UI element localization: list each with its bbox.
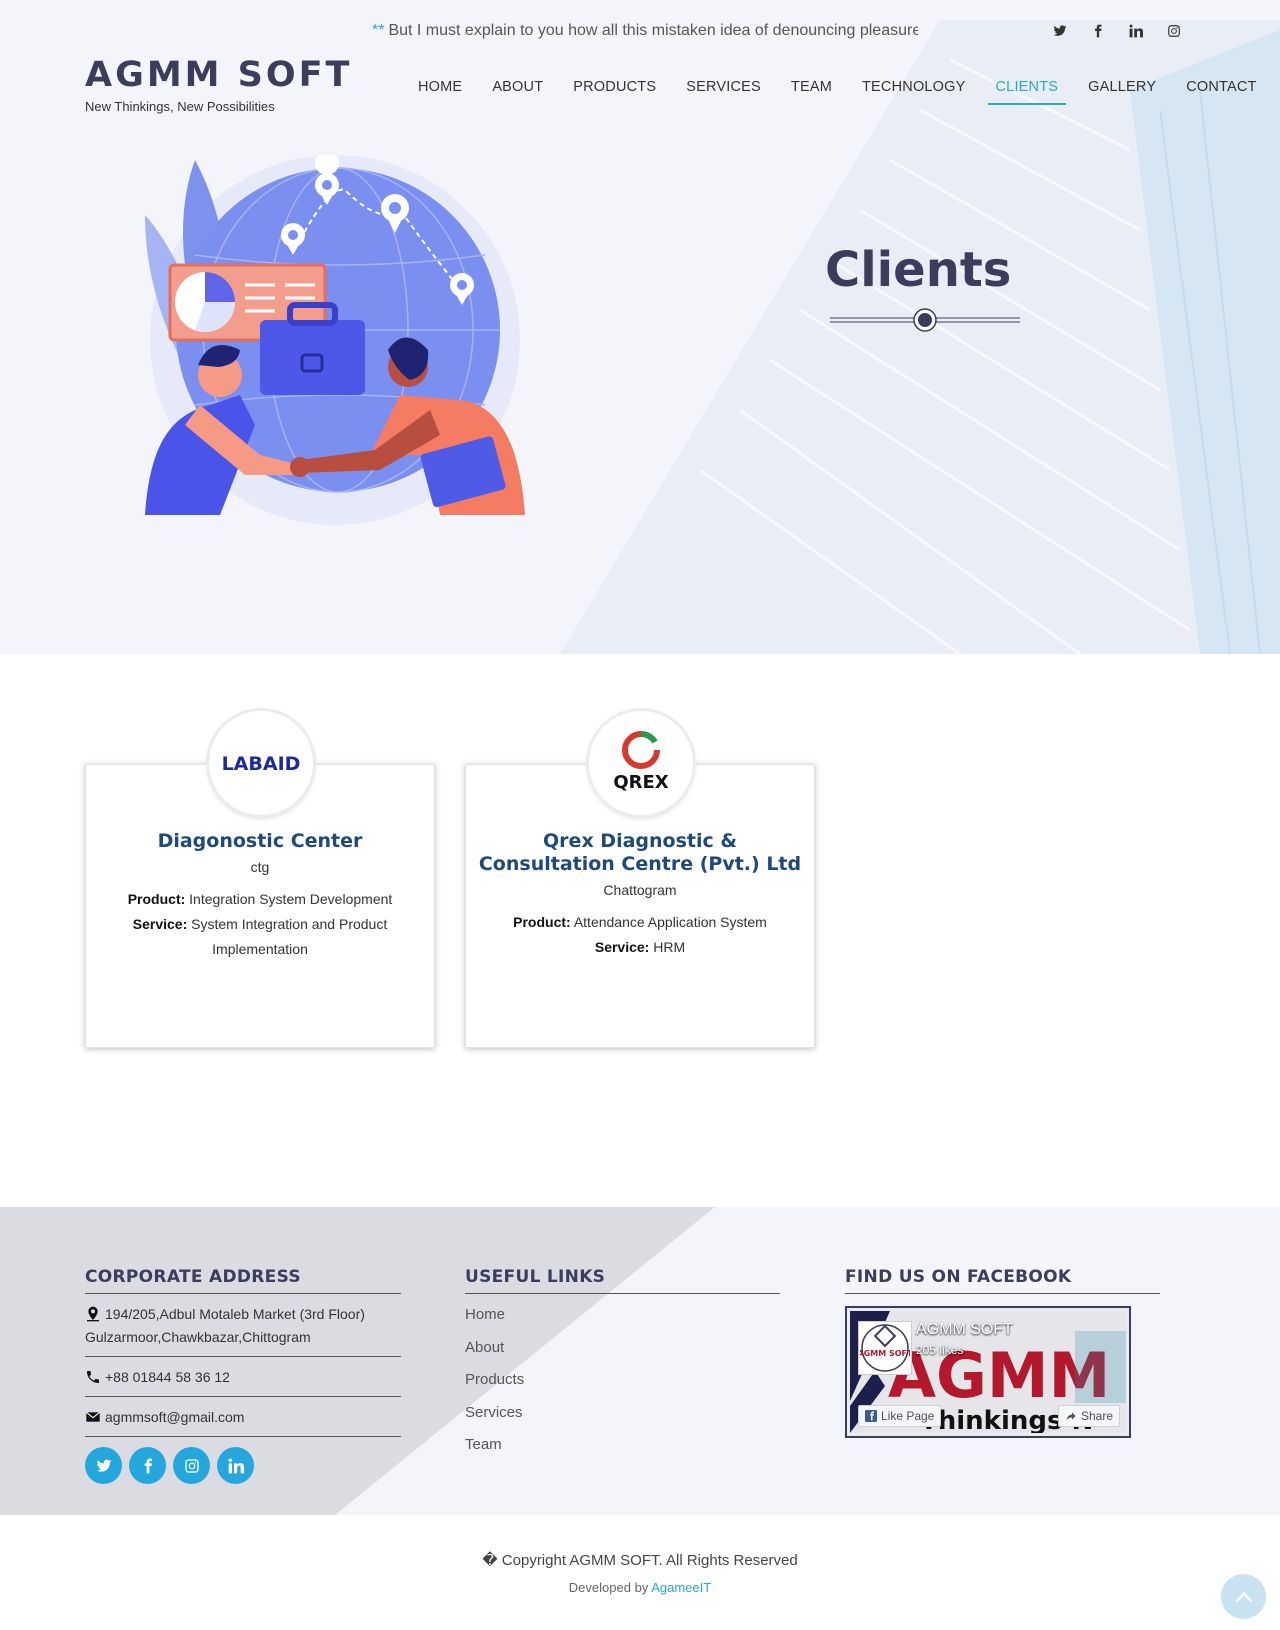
- client-location: ctg: [250, 859, 270, 875]
- facebook-icon: [865, 1410, 877, 1422]
- client-card: LABAID Diagonostic Center ctg Product: I…: [85, 711, 435, 1048]
- facebook-page-name[interactable]: AGMM SOFT: [916, 1321, 1013, 1339]
- phone-icon: [87, 1371, 99, 1383]
- share-button[interactable]: Share: [1057, 1405, 1120, 1427]
- brand-logo[interactable]: AGMM SOFT New Thinkings, New Possibiliti…: [85, 55, 353, 115]
- nav-about[interactable]: ABOUT: [477, 79, 558, 105]
- nav-clients[interactable]: CLIENTS: [981, 79, 1074, 105]
- site-footer: CORPORATE ADDRESS 194/205,Adbul Motaleb …: [0, 1207, 1280, 1515]
- avatar-text: AGMM SOFT: [860, 1349, 910, 1358]
- labaid-logo: LABAID: [222, 753, 301, 775]
- client-product: Attendance Application System: [573, 914, 767, 930]
- page-title: Clients: [825, 242, 1012, 298]
- address-block: 194/205,Adbul Motaleb Market (3rd Floor)…: [85, 1294, 401, 1357]
- facebook-likes: 205 likes: [916, 1343, 964, 1357]
- address-line-1: 194/205,Adbul Motaleb Market (3rd Floor): [105, 1306, 365, 1322]
- brand-title: AGMM SOFT: [85, 55, 353, 95]
- phone-number[interactable]: +88 01844 58 36 12: [105, 1366, 230, 1389]
- client-location: Chattogram: [603, 882, 677, 898]
- title-divider: [830, 308, 1020, 332]
- client-logo-qrex[interactable]: QREX: [589, 711, 693, 815]
- main-navigation: HOME ABOUT PRODUCTS SERVICES TEAM TECHNO…: [403, 79, 1272, 105]
- email-block: agmmsoft@gmail.com: [85, 1397, 401, 1437]
- developed-by-label: Developed by: [568, 1580, 649, 1595]
- agmm-avatar-logo: AGMM SOFT: [860, 1324, 910, 1372]
- footer-link-services[interactable]: Services: [465, 1397, 780, 1430]
- nav-home[interactable]: HOME: [403, 79, 477, 105]
- nav-technology[interactable]: TECHNOLOGY: [847, 79, 981, 105]
- service-label: Service:: [132, 916, 188, 932]
- email-address[interactable]: agmmsoft@gmail.com: [105, 1406, 244, 1429]
- clients-list: LABAID Diagonostic Center ctg Product: I…: [85, 710, 815, 1048]
- nav-team[interactable]: TEAM: [776, 79, 847, 105]
- twitter-icon[interactable]: [85, 1447, 122, 1484]
- qrex-logo: QREX: [613, 730, 669, 793]
- linkedin-icon[interactable]: [1128, 22, 1144, 40]
- footer-link-team[interactable]: Team: [465, 1429, 780, 1462]
- like-page-button[interactable]: Like Page: [858, 1405, 942, 1427]
- address-line-2: Gulzarmoor,Chawkbazar,Chittogram: [85, 1329, 311, 1345]
- client-service: HRM: [653, 939, 686, 955]
- chevron-up-icon: [1235, 1591, 1252, 1602]
- top-social-links: [1052, 22, 1182, 40]
- client-product: Integration System Development: [189, 891, 393, 907]
- client-details: Product: Attendance Application System S…: [466, 910, 814, 960]
- brand-tagline: New Thinkings, New Possibilities: [85, 99, 275, 114]
- client-name: Diagonostic Center: [157, 830, 363, 852]
- map-marker-icon: [87, 1306, 99, 1322]
- facebook-cover: AGMM S Thinkings N AGMM SOFT AGMM SOFT 2…: [850, 1311, 1126, 1433]
- envelope-icon: [86, 1411, 100, 1422]
- instagram-icon[interactable]: [173, 1447, 210, 1484]
- ticker-stars: **: [372, 22, 385, 39]
- logo-qrex-text: QREX: [613, 772, 668, 793]
- linkedin-icon[interactable]: [217, 1447, 254, 1484]
- links-column: USEFUL LINKS Home About Products Service…: [465, 1267, 780, 1462]
- facebook-avatar: AGMM SOFT: [858, 1321, 912, 1375]
- phone-block: +88 01844 58 36 12: [85, 1357, 401, 1397]
- nav-gallery[interactable]: GALLERY: [1073, 79, 1171, 105]
- share-icon: [1066, 1412, 1076, 1420]
- useful-links: Home About Products Services Team: [465, 1299, 780, 1462]
- facebook-column: FIND US ON FACEBOOK AGMM S Thinkings N A…: [845, 1267, 1160, 1438]
- developer-credit: Developed by AgameeIT: [0, 1580, 1280, 1595]
- facebook-heading: FIND US ON FACEBOOK: [845, 1267, 1160, 1294]
- facebook-icon[interactable]: [1090, 22, 1106, 40]
- facebook-icon[interactable]: [129, 1447, 166, 1484]
- product-label: Product:: [513, 914, 571, 930]
- back-to-top-button[interactable]: [1221, 1574, 1266, 1619]
- like-page-label: Like Page: [881, 1409, 935, 1423]
- handshake-illustration: [145, 155, 525, 525]
- client-service: System Integration and Product Implement…: [191, 916, 388, 957]
- instagram-icon[interactable]: [1166, 22, 1182, 40]
- client-details: Product: Integration System Development …: [86, 887, 434, 962]
- nav-products[interactable]: PRODUCTS: [558, 79, 671, 105]
- twitter-icon[interactable]: [1052, 22, 1068, 40]
- footer-link-products[interactable]: Products: [465, 1364, 780, 1397]
- developer-link[interactable]: AgameeIT: [651, 1580, 711, 1595]
- client-logo-labaid[interactable]: LABAID: [209, 711, 313, 815]
- footer-social-links: [85, 1447, 401, 1484]
- address-column: CORPORATE ADDRESS 194/205,Adbul Motaleb …: [85, 1267, 401, 1484]
- news-ticker: ** But I must explain to you how all this…: [372, 22, 918, 40]
- product-label: Product:: [127, 891, 186, 907]
- client-name: Qrex Diagnostic & Consultation Centre (P…: [478, 830, 802, 875]
- facebook-page-widget[interactable]: AGMM S Thinkings N AGMM SOFT AGMM SOFT 2…: [845, 1306, 1131, 1438]
- client-card: QREX Qrex Diagnostic & Consultation Cent…: [465, 711, 815, 1048]
- footer-link-home[interactable]: Home: [465, 1299, 780, 1332]
- logo-labaid-text: LABAID: [222, 753, 301, 775]
- address-heading: CORPORATE ADDRESS: [85, 1267, 401, 1294]
- hero-section: ** But I must explain to you how all this…: [0, 0, 1280, 654]
- ticker-text: But I must explain to you how all this m…: [388, 22, 918, 39]
- nav-contact[interactable]: CONTACT: [1171, 79, 1271, 105]
- footer-link-about[interactable]: About: [465, 1332, 780, 1365]
- nav-services[interactable]: SERVICES: [671, 79, 776, 105]
- copyright-text: � Copyright AGMM SOFT. All Rights Reserv…: [482, 1552, 798, 1569]
- share-label: Share: [1080, 1409, 1113, 1423]
- links-heading: USEFUL LINKS: [465, 1267, 780, 1294]
- service-label: Service:: [594, 939, 650, 955]
